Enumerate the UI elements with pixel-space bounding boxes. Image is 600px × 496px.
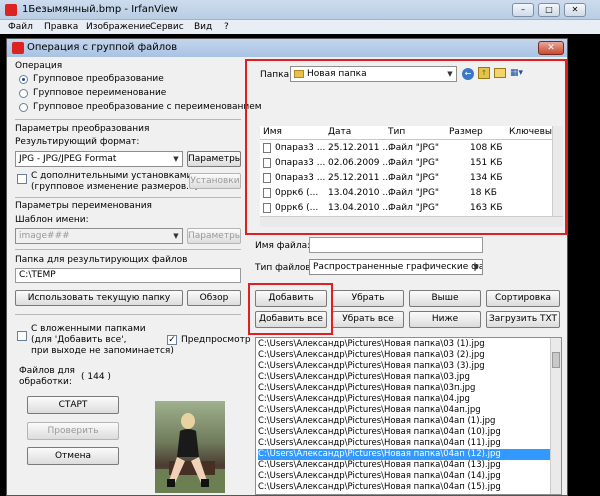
advanced-options-label: С дополнительными установками	[31, 171, 193, 181]
chevron-down-icon: ▼	[473, 263, 479, 271]
format-params-button[interactable]: Параметры	[187, 151, 241, 167]
subfolders-checkbox[interactable]	[17, 331, 27, 341]
files-count-value: ( 144 )	[81, 372, 111, 382]
process-file-list[interactable]: C:\Users\Александр\Pictures\Новая папка\…	[255, 337, 562, 495]
menu-file[interactable]: Файл	[8, 22, 33, 32]
format-label: Результирующий формат:	[15, 137, 140, 147]
list-item[interactable]: C:\Users\Александр\Pictures\Новая папка\…	[258, 482, 550, 493]
irfanview-app-icon	[5, 4, 17, 16]
list-item[interactable]: C:\Users\Александр\Pictures\Новая папка\…	[258, 339, 550, 350]
convert-group-label: Параметры преобразования	[15, 124, 150, 134]
format-select-value: JPG - JPG/JPEG Format	[19, 154, 117, 164]
cancel-button[interactable]: Отмена	[27, 447, 119, 465]
radio-batch-rename[interactable]	[19, 89, 28, 98]
output-folder-field[interactable]: C:\TEMP	[15, 268, 241, 283]
dialog-title: Операция с группой файлов	[27, 42, 178, 53]
list-item[interactable]: C:\Users\Александр\Pictures\Новая папка\…	[258, 416, 550, 427]
list-item[interactable]: C:\Users\Александр\Pictures\Новая папка\…	[258, 405, 550, 416]
load-txt-button[interactable]: Загрузить TXT	[486, 311, 560, 328]
filename-input[interactable]	[309, 237, 483, 253]
process-list-vscrollbar[interactable]	[550, 338, 561, 494]
batch-dialog: Операция с группой файлов ✕ Операция Гру…	[6, 38, 568, 496]
rename-pattern-select[interactable]: image### ▼	[15, 228, 183, 244]
remove-button[interactable]: Убрать	[332, 290, 404, 307]
format-select[interactable]: JPG - JPG/JPEG Format ▼	[15, 151, 183, 167]
radio-batch-convert[interactable]	[19, 75, 28, 84]
menu-help[interactable]: ?	[224, 22, 229, 32]
preview-photo	[155, 413, 225, 493]
list-item[interactable]: C:\Users\Александр\Pictures\Новая папка\…	[258, 471, 550, 482]
filetype-select-value: Распространенные графические файлы	[313, 262, 483, 272]
move-down-button[interactable]: Ниже	[409, 311, 481, 328]
scroll-thumb[interactable]	[552, 352, 560, 368]
move-up-button[interactable]: Выше	[409, 290, 481, 307]
divider	[15, 197, 241, 198]
rename-params-button[interactable]: Параметры	[187, 228, 241, 244]
subfolders-label: С вложенными папками	[31, 324, 146, 334]
pattern-label: Шаблон имени:	[15, 215, 89, 225]
remove-all-button[interactable]: Убрать все	[332, 311, 404, 328]
subfolders-sublabel: (для 'Добавить все',	[31, 335, 127, 345]
radio-batch-rename-label: Групповое переименование	[33, 88, 167, 98]
radio-batch-convert-rename-label: Групповое преобразование с переименовани…	[33, 102, 262, 112]
subfolders-note: при выходе не запоминается)	[31, 346, 174, 356]
list-item[interactable]: C:\Users\Александр\Pictures\Новая папка\…	[258, 350, 550, 361]
rename-pattern-value: image###	[19, 231, 70, 241]
minimize-button[interactable]: –	[512, 3, 534, 17]
menu-bar: Файл Правка Изображение Сервис Вид ?	[0, 20, 600, 34]
maximize-button[interactable]: □	[538, 3, 560, 17]
files-count-label: Файлов для	[19, 366, 75, 376]
operation-group-label: Операция	[15, 61, 63, 71]
radio-batch-convert-rename[interactable]	[19, 103, 28, 112]
list-item[interactable]: C:\Users\Александр\Pictures\Новая папка\…	[258, 383, 550, 394]
radio-batch-convert-label: Групповое преобразование	[33, 74, 164, 84]
chevron-down-icon: ▼	[173, 232, 179, 240]
dialog-close-button[interactable]: ✕	[538, 41, 564, 55]
dialog-title-bar: Операция с группой файлов ✕	[7, 39, 567, 57]
preview-label: Предпросмотр	[181, 335, 251, 345]
list-item[interactable]: C:\Users\Александр\Pictures\Новая папка\…	[258, 394, 550, 405]
menu-edit[interactable]: Правка	[44, 22, 78, 32]
list-item[interactable]: C:\Users\Александр\Pictures\Новая папка\…	[258, 460, 550, 471]
preview-checkbox[interactable]: ✓	[167, 335, 177, 345]
use-current-folder-button[interactable]: Использовать текущую папку	[15, 290, 183, 306]
list-item[interactable]: C:\Users\Александр\Pictures\Новая папка\…	[258, 372, 550, 383]
divider	[15, 314, 241, 315]
advanced-options-sublabel: (групповое изменение размеров...)	[31, 182, 199, 192]
dialog-app-icon	[12, 42, 24, 54]
start-button[interactable]: СТАРТ	[27, 396, 119, 414]
files-count-sublabel: обработки:	[19, 377, 72, 387]
advanced-settings-button[interactable]: Установки	[189, 173, 241, 189]
advanced-options-checkbox[interactable]	[17, 174, 27, 184]
chevron-down-icon: ▼	[173, 155, 179, 163]
menu-view[interactable]: Вид	[194, 22, 212, 32]
divider	[15, 119, 241, 120]
browse-button[interactable]: Обзор	[187, 290, 241, 306]
rename-group-label: Параметры переименования	[15, 201, 152, 211]
sort-button[interactable]: Сортировка	[486, 290, 560, 307]
filetype-label: Тип файлов:	[255, 263, 314, 273]
filetype-select[interactable]: Распространенные графические файлы ▼	[309, 259, 483, 275]
close-button[interactable]: ✕	[564, 3, 586, 17]
image-preview	[155, 401, 225, 493]
menu-tools[interactable]: Сервис	[150, 22, 184, 32]
divider	[15, 249, 241, 250]
check-button[interactable]: Проверить	[27, 422, 119, 440]
highlight-add-buttons	[248, 283, 333, 335]
list-item[interactable]: C:\Users\Александр\Pictures\Новая папка\…	[258, 438, 550, 449]
list-item[interactable]: C:\Users\Александр\Pictures\Новая папка\…	[258, 427, 550, 438]
main-window-title: 1Безымянный.bmp - IrfanView	[22, 4, 178, 15]
menu-image[interactable]: Изображение	[86, 22, 151, 32]
output-folder-label: Папка для результирующих файлов	[15, 255, 188, 265]
main-title-bar: 1Безымянный.bmp - IrfanView – □ ✕	[0, 0, 600, 20]
list-item-selected[interactable]: C:\Users\Александр\Pictures\Новая папка\…	[258, 449, 550, 460]
list-item[interactable]: C:\Users\Александр\Pictures\Новая папка\…	[258, 361, 550, 372]
filename-label: Имя файла:	[255, 241, 311, 251]
highlight-file-browser	[245, 59, 567, 235]
